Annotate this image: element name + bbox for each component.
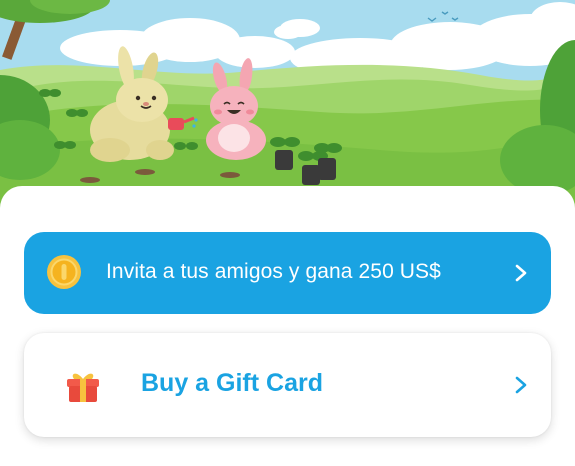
- chevron-right-icon: [515, 376, 527, 394]
- buy-gift-card-button[interactable]: Buy a Gift Card: [24, 333, 551, 437]
- coin-icon: [47, 255, 81, 289]
- invite-friends-label: Invita a tus amigos y gana 250 US$: [106, 260, 441, 283]
- chevron-right-icon: [515, 264, 527, 282]
- hero-illustration: [0, 0, 575, 210]
- gift-icon: [67, 373, 99, 402]
- invite-friends-button[interactable]: Invita a tus amigos y gana 250 US$: [24, 232, 551, 314]
- buy-gift-card-label: Buy a Gift Card: [141, 369, 323, 397]
